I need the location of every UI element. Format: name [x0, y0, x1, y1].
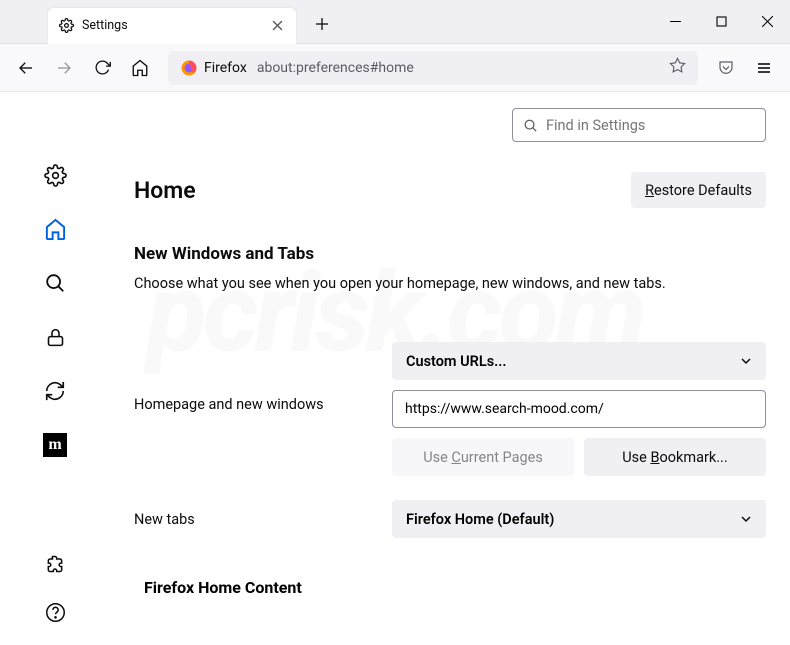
settings-search-input[interactable]: [546, 117, 755, 134]
identity-label: Firefox: [204, 60, 247, 76]
use-bookmark-button[interactable]: Use Bookmark...: [584, 438, 766, 476]
main-panel: Home Restore Defaults New Windows and Ta…: [110, 92, 790, 645]
chevron-down-icon: [740, 355, 752, 367]
app-menu-button[interactable]: [748, 52, 780, 84]
extensions-category-icon[interactable]: [42, 551, 68, 577]
back-button[interactable]: [10, 52, 42, 84]
preferences-sidebar: m: [0, 92, 110, 645]
search-icon: [523, 118, 538, 133]
window-controls: [652, 0, 790, 43]
home-category-icon[interactable]: [42, 216, 68, 242]
content-area: pcrisk.com m: [0, 92, 790, 645]
tab-title: Settings: [82, 18, 260, 33]
section-new-windows-desc: Choose what you see when you open your h…: [134, 274, 766, 294]
restore-defaults-button[interactable]: Restore Defaults: [631, 172, 766, 208]
toolbar: Firefox about:preferences#home: [0, 44, 790, 92]
chevron-down-icon: [740, 513, 752, 525]
reload-button[interactable]: [86, 52, 118, 84]
identity-box[interactable]: Firefox: [180, 59, 247, 77]
pocket-button[interactable]: [710, 52, 742, 84]
tab-close-button[interactable]: [268, 17, 286, 35]
section-new-windows-title: New Windows and Tabs: [134, 244, 766, 264]
privacy-category-icon[interactable]: [42, 324, 68, 350]
gear-icon: [58, 18, 74, 34]
firefox-icon: [180, 59, 198, 77]
dropdown-value: Custom URLs...: [406, 353, 507, 370]
bookmark-star-icon[interactable]: [669, 57, 686, 78]
forward-button: [48, 52, 80, 84]
newtabs-label: New tabs: [134, 511, 392, 528]
url-text: about:preferences#home: [257, 60, 414, 76]
section-firefox-home-title: Firefox Home Content: [144, 578, 766, 597]
home-button[interactable]: [124, 52, 156, 84]
titlebar: Settings: [0, 0, 790, 44]
search-category-icon[interactable]: [42, 270, 68, 296]
address-bar[interactable]: Firefox about:preferences#home: [168, 51, 698, 85]
maximize-button[interactable]: [698, 0, 744, 43]
new-tab-button[interactable]: [308, 10, 336, 38]
settings-search[interactable]: [512, 108, 766, 142]
close-window-button[interactable]: [744, 0, 790, 43]
minimize-button[interactable]: [652, 0, 698, 43]
browser-tab[interactable]: Settings: [48, 8, 296, 44]
general-category-icon[interactable]: [42, 162, 68, 188]
dropdown-value: Firefox Home (Default): [406, 511, 554, 528]
help-icon[interactable]: [42, 599, 68, 625]
sync-category-icon[interactable]: [42, 378, 68, 404]
homepage-mode-dropdown[interactable]: Custom URLs...: [392, 342, 766, 380]
more-from-mozilla-icon[interactable]: m: [42, 432, 68, 458]
homepage-url-input[interactable]: [392, 390, 766, 428]
page-title: Home: [134, 177, 196, 204]
newtabs-dropdown[interactable]: Firefox Home (Default): [392, 500, 766, 538]
homepage-label: Homepage and new windows: [134, 342, 392, 413]
use-current-pages-button: Use Current Pages: [392, 438, 574, 476]
